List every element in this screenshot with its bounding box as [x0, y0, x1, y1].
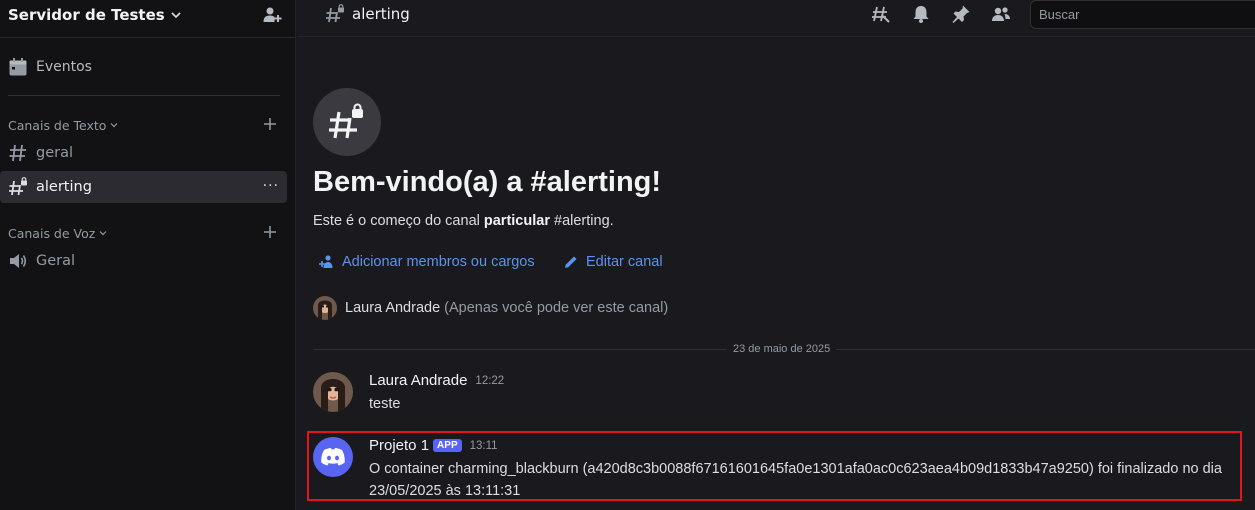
add-channel-icon[interactable]: [263, 117, 277, 131]
server-name[interactable]: Servidor de Testes: [8, 6, 165, 24]
message-timestamp: 12:22: [475, 374, 505, 387]
speaker-icon: [10, 254, 27, 268]
calendar-icon: [9, 58, 27, 76]
members-icon[interactable]: [991, 4, 1011, 24]
chevron-down-icon: [111, 123, 118, 128]
welcome-title: Bem-vindo(a) a #alerting!: [313, 166, 662, 198]
channel-voice-geral[interactable]: Geral: [0, 245, 287, 277]
member-note: (Apenas você pode ver este canal): [444, 300, 669, 316]
channel-header: alerting: [297, 0, 1255, 37]
category-voice-channels[interactable]: Canais de Voz: [8, 224, 280, 242]
channel-badge: [313, 88, 381, 156]
add-members-button[interactable]: Adicionar membros ou cargos: [319, 254, 535, 270]
avatar[interactable]: [313, 296, 337, 320]
highlight-box: [307, 431, 1242, 501]
channel-geral[interactable]: geral: [0, 137, 287, 169]
chevron-down-icon[interactable]: [171, 10, 181, 20]
bell-icon[interactable]: [911, 4, 931, 24]
date-divider-label: 23 de maio de 2025: [727, 343, 837, 355]
invite-user-icon[interactable]: [262, 5, 282, 25]
pin-icon[interactable]: [951, 4, 971, 24]
channel-sidebar: Servidor de Testes Eventos Canais de Tex…: [0, 0, 296, 510]
channel-label: geral: [36, 145, 74, 161]
edit-channel-button[interactable]: Editar canal: [563, 254, 663, 270]
message-author[interactable]: Laura Andrade: [369, 372, 467, 389]
add-channel-icon[interactable]: [263, 225, 277, 239]
channel-label: Geral: [36, 253, 76, 269]
message-content: teste: [369, 396, 401, 412]
add-members-icon: [319, 255, 333, 268]
welcome-description: Este é o começo do canal particular #ale…: [313, 213, 614, 229]
add-members-label: Adicionar membros ou cargos: [342, 254, 535, 270]
private-hashtag-icon: [329, 103, 363, 139]
private-hashtag-icon: [9, 177, 27, 196]
divider: [0, 37, 296, 38]
edit-channel-label: Editar canal: [586, 254, 663, 270]
channel-alerting[interactable]: alerting ···: [0, 171, 287, 203]
sidebar-item-label: Eventos: [36, 59, 92, 75]
welcome-desc-suffix: #alerting.: [549, 213, 614, 229]
server-header[interactable]: Servidor de Testes: [0, 0, 296, 29]
member-name[interactable]: Laura Andrade: [345, 300, 440, 316]
channel-title: alerting: [352, 5, 410, 23]
sidebar-item-events[interactable]: Eventos: [8, 55, 92, 79]
threads-icon[interactable]: [871, 4, 891, 24]
chevron-down-icon: [99, 231, 107, 236]
channel-label: alerting: [36, 179, 92, 195]
category-label: Canais de Voz: [8, 225, 96, 241]
search-box[interactable]: [1030, 0, 1255, 29]
welcome-desc-bold: particular: [483, 213, 550, 229]
hashtag-icon: [9, 144, 26, 162]
welcome-desc-prefix: Este é o começo do canal: [313, 213, 484, 229]
search-input[interactable]: [1039, 7, 1239, 22]
category-label: Canais de Texto: [8, 117, 107, 133]
category-text-channels[interactable]: Canais de Texto: [8, 116, 280, 134]
chat-area: Bem-vindo(a) a #alerting! Este é o começ…: [297, 38, 1255, 510]
more-options-icon[interactable]: ···: [263, 178, 279, 194]
avatar[interactable]: [313, 372, 353, 412]
divider: [8, 95, 280, 96]
pencil-icon: [565, 256, 577, 268]
channel-member-row: Laura Andrade (Apenas você pode ver este…: [313, 296, 668, 320]
private-hashtag-icon: [326, 4, 344, 23]
